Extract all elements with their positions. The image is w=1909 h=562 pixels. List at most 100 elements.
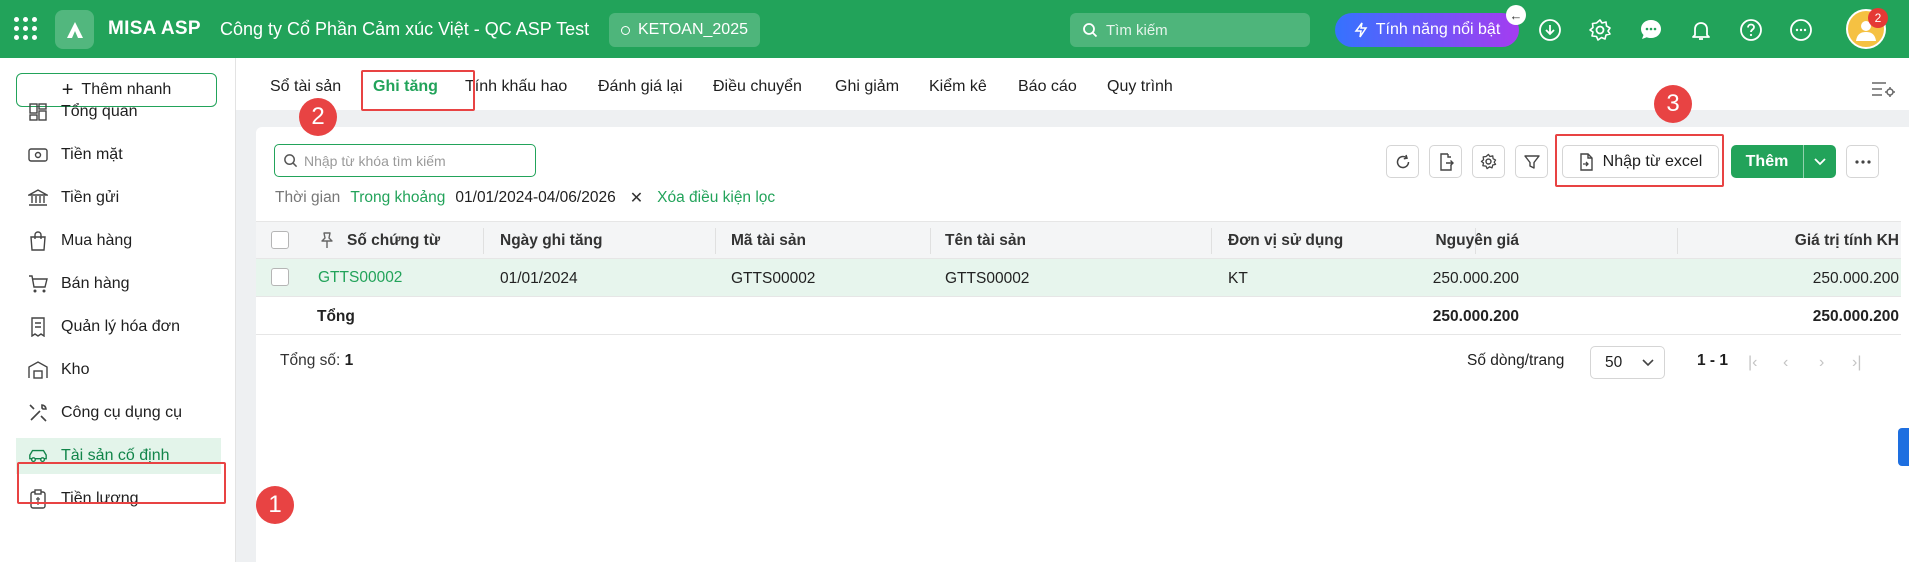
refresh-icon	[1396, 154, 1409, 168]
gear-icon[interactable]	[1587, 17, 1613, 43]
chat-icon[interactable]	[1638, 17, 1664, 43]
annotation-number-3: 3	[1654, 85, 1692, 123]
column-header-voucher[interactable]: Số chứng từ	[347, 232, 440, 250]
pin-icon[interactable]	[320, 232, 334, 254]
column-settings-icon[interactable]	[1870, 79, 1896, 104]
settings-button[interactable]	[1472, 145, 1505, 178]
featured-button[interactable]: Tính năng nổi bật	[1335, 13, 1519, 47]
tab-decrease[interactable]: Ghi giảm	[835, 78, 899, 96]
shopping-bag-icon	[28, 231, 48, 251]
misa-logo[interactable]	[55, 10, 94, 49]
sidebar-item-label: Tiền gửi	[61, 189, 120, 206]
cell-depreciable-value: 250.000.200	[1812, 270, 1899, 287]
dashboard-icon	[28, 102, 48, 122]
select-all-checkbox[interactable]	[271, 231, 289, 249]
sidebar-item-bank[interactable]: Tiền gửi	[16, 180, 221, 216]
more-circle-icon[interactable]	[1788, 17, 1814, 43]
filter-mode[interactable]: Trong khoảng	[350, 189, 445, 207]
gear-icon	[1480, 153, 1497, 170]
help-icon[interactable]	[1738, 17, 1764, 43]
total-label: Tổng	[317, 308, 355, 325]
sidebar-item-invoice[interactable]: Quản lý hóa đơn	[16, 309, 221, 345]
tab-process[interactable]: Quy trình	[1107, 78, 1173, 96]
sidebar-item-tools[interactable]: Công cụ dụng cụ	[16, 395, 221, 431]
sidebar-item-label: Quản lý hóa đơn	[61, 318, 181, 335]
tab-asset-book[interactable]: Sổ tài sản	[270, 78, 341, 96]
column-header-depreciable-value[interactable]: Giá trị tính KH	[1795, 232, 1899, 250]
global-search-input[interactable]	[1106, 21, 1296, 39]
ellipsis-icon	[1854, 159, 1871, 164]
export-icon	[1439, 152, 1454, 171]
record-count: Tổng số: 1	[280, 352, 353, 370]
cell-date: 01/01/2024	[500, 270, 578, 287]
clear-filter-link[interactable]: Xóa điều kiện lọc	[657, 189, 775, 207]
export-button[interactable]	[1429, 145, 1462, 178]
bank-icon	[28, 188, 48, 208]
company-name[interactable]: Công ty Cổ Phần Cảm xúc Việt - QC ASP Te…	[220, 19, 589, 40]
sidebar-item-purchase[interactable]: Mua hàng	[16, 223, 221, 259]
last-page-icon[interactable]: ›|	[1852, 354, 1861, 372]
sidebar-item-label: Kho	[61, 361, 90, 378]
tab-reports[interactable]: Báo cáo	[1018, 78, 1077, 96]
sidebar-item-label: Công cụ dụng cụ	[61, 404, 182, 421]
cell-cost: 250.000.200	[1432, 270, 1519, 287]
page-size-select[interactable]: 50	[1590, 346, 1665, 379]
row-checkbox[interactable]	[271, 268, 289, 286]
featured-label: Tính năng nổi bật	[1375, 21, 1501, 38]
sidebar-item-label: Bán hàng	[61, 275, 130, 292]
download-icon[interactable]	[1537, 17, 1563, 43]
chevron-down-icon[interactable]	[1804, 157, 1836, 166]
notification-badge: 2	[1868, 8, 1888, 28]
bell-icon[interactable]	[1688, 17, 1714, 43]
invoice-icon	[28, 317, 48, 337]
sidebar-item-cash[interactable]: Tiền mặt	[16, 137, 221, 173]
next-page-icon[interactable]: ›	[1819, 354, 1824, 372]
sidebar-item-warehouse[interactable]: Kho	[16, 352, 221, 388]
column-header-cost[interactable]: Nguyên giá	[1435, 232, 1519, 250]
column-header-asset-name[interactable]: Tên tài sản	[945, 232, 1026, 250]
active-tab-indicator	[364, 50, 444, 52]
search-icon	[1083, 23, 1098, 38]
list-search-input[interactable]	[304, 152, 524, 169]
warehouse-icon	[28, 360, 48, 380]
column-header-unit[interactable]: Đơn vị sử dụng	[1228, 232, 1343, 250]
prev-page-icon[interactable]: ‹	[1783, 354, 1788, 372]
annotation-number-2: 2	[299, 98, 337, 136]
annotation-box-2	[361, 70, 475, 111]
database-chip[interactable]: KETOAN_2025	[609, 13, 760, 47]
database-name: KETOAN_2025	[638, 21, 748, 38]
annotation-number-1: 1	[256, 486, 294, 524]
list-search[interactable]	[274, 144, 536, 177]
arrow-left-icon[interactable]: ←	[1506, 5, 1526, 25]
sidebar-item-label: Mua hàng	[61, 232, 133, 249]
sidebar-item-sales[interactable]: Bán hàng	[16, 266, 221, 302]
more-options-button[interactable]	[1846, 145, 1879, 178]
refresh-button[interactable]	[1386, 145, 1419, 178]
first-page-icon[interactable]: |‹	[1748, 354, 1757, 372]
sidebar-item-label: Tiền mặt	[61, 146, 123, 163]
side-panel-handle[interactable]	[1898, 428, 1909, 466]
table-row[interactable]: GTTS00002 01/01/2024 GTTS00002 GTTS00002…	[256, 259, 1901, 297]
chevron-down-icon	[1642, 358, 1654, 366]
table-total-row: Tổng 250.000.200 250.000.200	[256, 297, 1901, 335]
filter-button[interactable]	[1515, 145, 1548, 178]
filter-range[interactable]: 01/01/2024-04/06/2026	[455, 189, 615, 207]
rows-per-page-label: Số dòng/trang	[1467, 352, 1565, 369]
column-header-date[interactable]: Ngày ghi tăng	[500, 232, 602, 250]
tab-transfer[interactable]: Điều chuyển	[713, 78, 802, 96]
tab-inventory-check[interactable]: Kiểm kê	[929, 78, 987, 96]
tab-revaluation[interactable]: Đánh giá lại	[598, 78, 683, 96]
tab-depreciation[interactable]: Tính khấu hao	[465, 78, 567, 96]
add-button[interactable]: Thêm	[1731, 145, 1836, 178]
close-icon[interactable]: ✕	[630, 188, 643, 208]
lightning-icon	[1354, 22, 1368, 38]
filter-row: Thời gian Trong khoảng 01/01/2024-04/06/…	[275, 188, 775, 208]
global-search[interactable]	[1070, 13, 1310, 47]
table-header: Số chứng từ Ngày ghi tăng Mã tài sản Tên…	[256, 221, 1901, 259]
voucher-link[interactable]: GTTS00002	[318, 269, 402, 287]
sidebar-item-dashboard[interactable]: Tổng quan	[16, 94, 221, 130]
annotation-box-3	[1555, 134, 1724, 187]
apps-grid-icon[interactable]	[14, 17, 38, 41]
page-range: 1 - 1	[1697, 352, 1729, 369]
column-header-asset-code[interactable]: Mã tài sản	[731, 232, 806, 250]
